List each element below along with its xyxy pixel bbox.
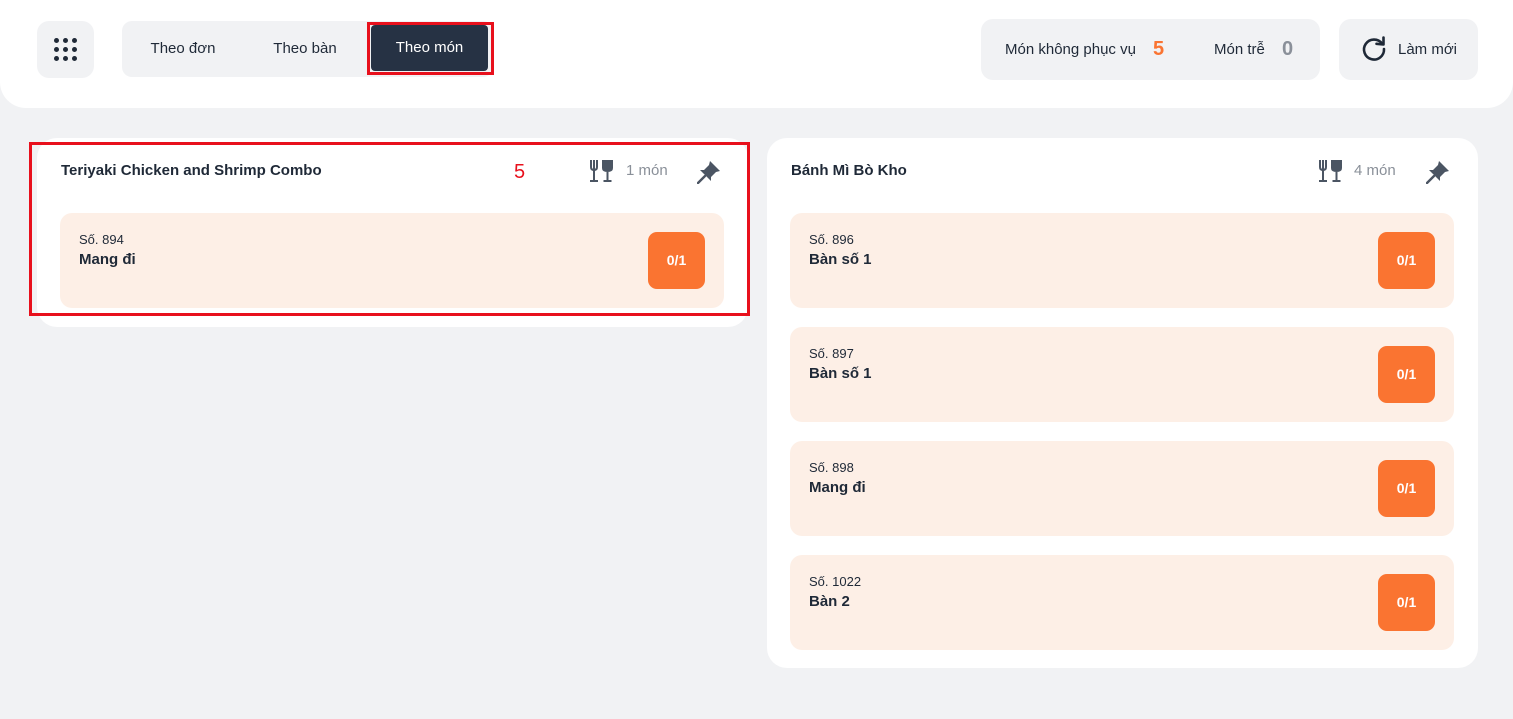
dish-card: Bánh Mì Bò Kho 4 món Số. 896 Bàn số 1 0/… xyxy=(767,138,1478,668)
annotation-marker: 5 xyxy=(514,161,526,183)
tab-by-table[interactable]: Theo bàn xyxy=(244,21,366,77)
utensils-icon xyxy=(590,160,613,182)
order-number: Số. 894 xyxy=(79,232,124,247)
stats-panel: Món không phục vụ 5 Món trễ 0 xyxy=(981,19,1320,80)
quantity-button[interactable]: 0/1 xyxy=(1378,574,1435,631)
order-location: Mang đi xyxy=(79,251,136,268)
order-location: Bàn số 1 xyxy=(809,251,872,268)
not-served-count: 5 xyxy=(1153,38,1165,60)
dish-title: Bánh Mì Bò Kho xyxy=(791,162,907,179)
order-number: Số. 898 xyxy=(809,460,854,475)
late-count: 0 xyxy=(1282,38,1294,60)
quantity-button[interactable]: 0/1 xyxy=(1378,460,1435,517)
order-number: Số. 896 xyxy=(809,232,854,247)
order-location: Bàn số 1 xyxy=(809,365,872,382)
refresh-icon xyxy=(1362,36,1386,61)
tab-by-order[interactable]: Theo đơn xyxy=(122,21,244,77)
top-bar: Theo đơn Theo bàn Theo món Món không phụ… xyxy=(0,0,1513,108)
order-location: Bàn 2 xyxy=(809,593,850,610)
late-label: Món trễ xyxy=(1214,41,1265,58)
dish-card: Teriyaki Chicken and Shrimp Combo 1 món … xyxy=(37,138,748,327)
pin-icon[interactable] xyxy=(1426,159,1451,184)
not-served-label: Món không phục vụ xyxy=(1005,41,1136,58)
quantity-button[interactable]: 0/1 xyxy=(1378,346,1435,403)
refresh-label: Làm mới xyxy=(1398,41,1458,58)
order-item[interactable]: Số. 898 Mang đi 0/1 xyxy=(790,441,1454,536)
view-tabs: Theo đơn Theo bàn Theo món xyxy=(122,21,493,77)
refresh-button[interactable]: Làm mới xyxy=(1339,19,1478,80)
apps-grid-icon xyxy=(54,38,59,43)
order-item[interactable]: Số. 897 Bàn số 1 0/1 xyxy=(790,327,1454,422)
order-item[interactable]: Số. 1022 Bàn 2 0/1 xyxy=(790,555,1454,650)
dish-count: 4 món xyxy=(1354,162,1396,179)
order-item[interactable]: Số. 894 Mang đi 0/1 xyxy=(60,213,724,308)
pin-icon[interactable] xyxy=(697,159,722,184)
order-item[interactable]: Số. 896 Bàn số 1 0/1 xyxy=(790,213,1454,308)
order-number: Số. 897 xyxy=(809,346,854,361)
apps-menu-button[interactable] xyxy=(37,21,94,78)
dish-count: 1 món xyxy=(626,162,668,179)
utensils-icon xyxy=(1319,160,1342,182)
order-location: Mang đi xyxy=(809,479,866,496)
quantity-button[interactable]: 0/1 xyxy=(1378,232,1435,289)
order-number: Số. 1022 xyxy=(809,574,862,589)
dish-title: Teriyaki Chicken and Shrimp Combo xyxy=(61,162,322,179)
tab-by-dish[interactable]: Theo món xyxy=(371,25,488,71)
quantity-button[interactable]: 0/1 xyxy=(648,232,705,289)
